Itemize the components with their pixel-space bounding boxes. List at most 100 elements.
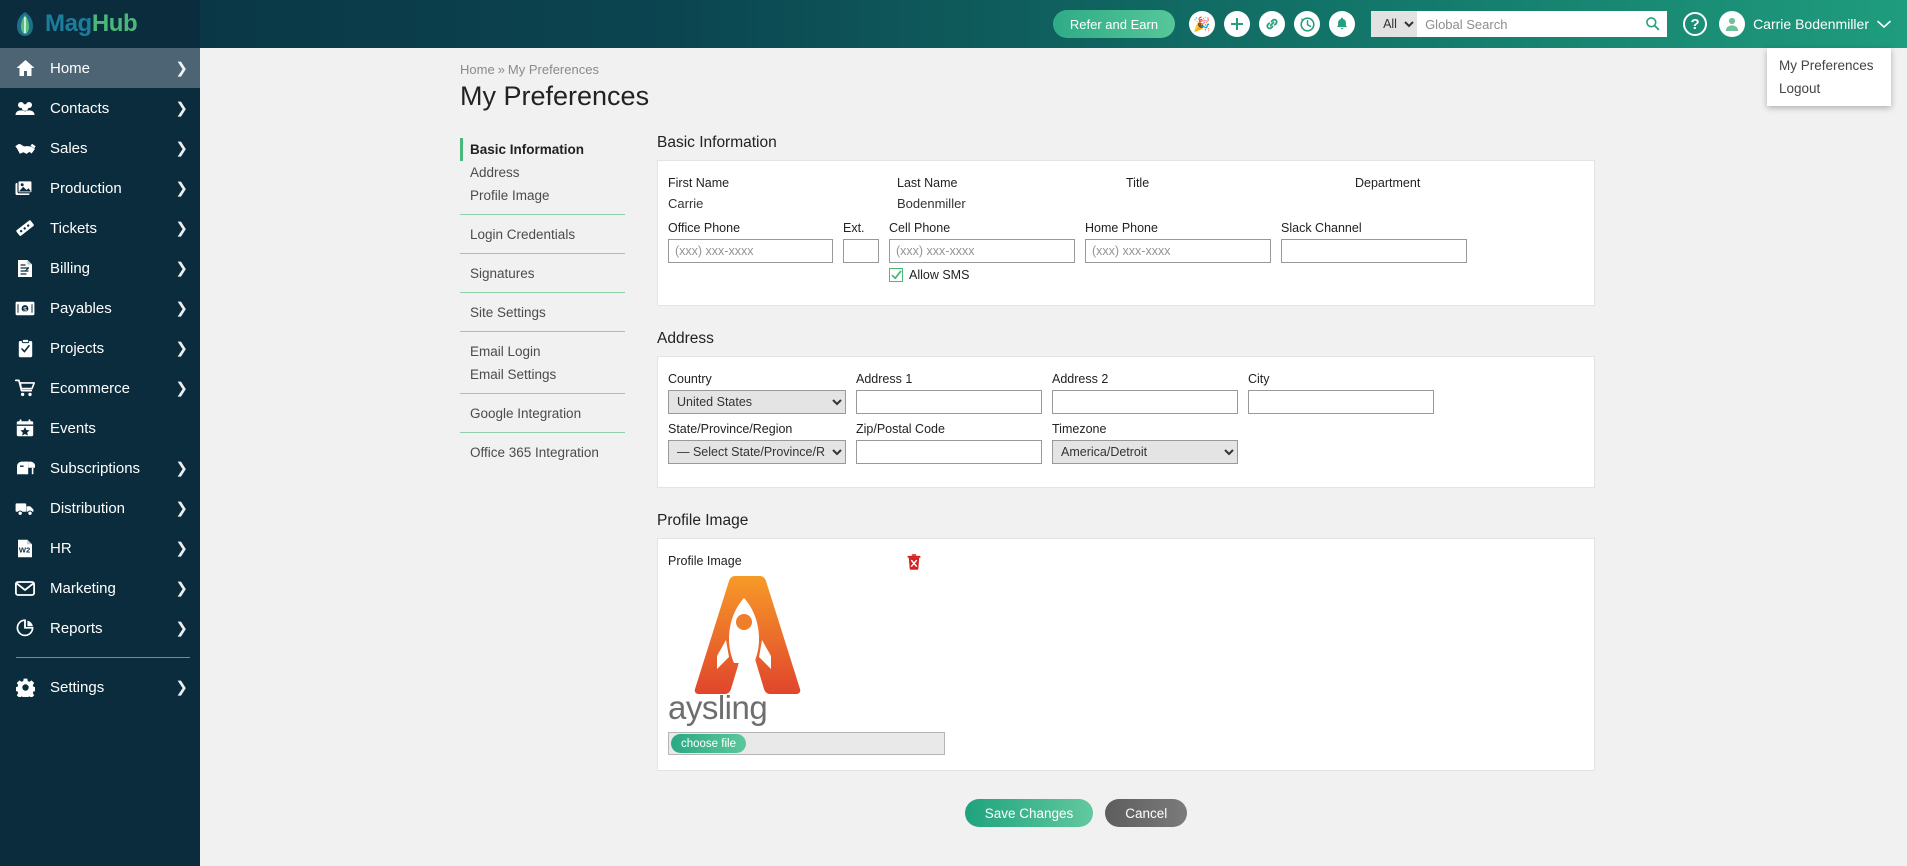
sidebar-item-hr[interactable]: W2 HR ❯ [0, 528, 200, 568]
aysling-wordmark: aysling [668, 692, 768, 726]
label-last-name: Last Name [897, 176, 958, 190]
allow-sms-checkbox[interactable] [889, 268, 903, 282]
sidebar-item-settings[interactable]: Settings ❯ [0, 667, 200, 707]
office-phone-input[interactable] [668, 239, 833, 263]
slack-channel-input[interactable] [1281, 239, 1467, 263]
home-phone-input[interactable] [1085, 239, 1271, 263]
country-select[interactable]: United States [668, 390, 846, 414]
bell-icon[interactable] [1329, 11, 1356, 37]
preferences-panels: Basic Information First Name Carrie Last… [625, 134, 1645, 847]
brand-logo[interactable]: MagHub [0, 0, 200, 48]
ext-input[interactable] [843, 239, 879, 263]
help-icon[interactable]: ? [1683, 12, 1708, 36]
aysling-rocket-logo-icon [694, 576, 801, 694]
address2-input[interactable] [1052, 390, 1238, 414]
field-country: Country United States [668, 372, 856, 422]
user-dropdown-menu: My Preferences Logout [1767, 48, 1891, 106]
sidebar-item-ecommerce[interactable]: Ecommerce ❯ [0, 368, 200, 408]
sidebar-item-production[interactable]: Production ❯ [0, 168, 200, 208]
label-address2: Address 2 [1052, 372, 1109, 386]
search-input[interactable] [1417, 12, 1668, 36]
link-icon[interactable] [1259, 11, 1286, 37]
sidebar-item-marketing[interactable]: Marketing ❯ [0, 568, 200, 608]
save-changes-button[interactable]: Save Changes [964, 799, 1094, 827]
brand-mag: Mag [45, 10, 92, 37]
sidebar-item-list: Home ❯ Contacts ❯ Sales ❯ Production ❯ Tickets ❯ B… [0, 48, 200, 648]
chevron-right-icon: ❯ [175, 140, 188, 157]
calendar-star-icon [14, 419, 36, 437]
preferences-subnav: Basic Information Address Profile Image Log… [460, 134, 625, 479]
sidebar-item-reports[interactable]: Reports ❯ [0, 608, 200, 648]
cell-phone-input[interactable] [889, 239, 1075, 263]
sidebar-item-home[interactable]: Home ❯ [0, 48, 200, 88]
subnav-item-address[interactable]: Address [460, 161, 625, 184]
brand-hub: Hub [91, 10, 138, 37]
subnav-item-site-settings[interactable]: Site Settings [460, 301, 625, 324]
field-city: City [1248, 372, 1444, 422]
value-last-name: Bodenmiller [897, 196, 966, 211]
field-slack-channel: Slack Channel [1281, 221, 1477, 290]
sidebar-divider [16, 657, 190, 658]
timezone-select[interactable]: America/Detroit [1052, 440, 1238, 464]
sidebar-item-label: Production [50, 179, 122, 197]
sidebar-item-events[interactable]: Events [0, 408, 200, 448]
chevron-right-icon: ❯ [175, 260, 188, 277]
money-icon: $ [14, 301, 36, 316]
field-ext: Ext. [843, 221, 889, 290]
panel-title-address: Address [657, 330, 714, 347]
subnav-item-profile-image[interactable]: Profile Image [460, 184, 625, 207]
search-icon[interactable] [1645, 16, 1660, 34]
sidebar-item-contacts[interactable]: Contacts ❯ [0, 88, 200, 128]
cancel-button[interactable]: Cancel [1105, 799, 1188, 827]
search-scope-select[interactable]: All [1371, 11, 1418, 37]
sidebar-item-label: Home [50, 59, 91, 77]
address-row-1: Country United States Address 1 Address [668, 372, 1584, 422]
profile-image-file-input[interactable]: choose file [668, 732, 945, 755]
choose-file-button[interactable]: choose file [671, 734, 746, 753]
home-icon [14, 59, 36, 77]
user-menu-toggle[interactable]: Carrie Bodenmiller [1719, 11, 1891, 37]
subnav-item-google-integration[interactable]: Google Integration [460, 402, 625, 425]
sidebar-item-tickets[interactable]: Tickets ❯ [0, 208, 200, 248]
sidebar-item-projects[interactable]: Projects ❯ [0, 328, 200, 368]
subnav-item-email-login[interactable]: Email Login [460, 340, 625, 363]
refer-and-earn-button[interactable]: Refer and Earn [1052, 10, 1176, 38]
sidebar-item-distribution[interactable]: Distribution ❯ [0, 488, 200, 528]
sidebar-item-label: Events [50, 419, 96, 437]
menu-item-my-preferences[interactable]: My Preferences [1767, 54, 1891, 77]
zip-input[interactable] [856, 440, 1042, 464]
handshake-icon [14, 141, 36, 155]
sidebar-item-label: Marketing [50, 579, 116, 597]
label-home-phone: Home Phone [1085, 221, 1158, 235]
maghub-mark-icon [14, 11, 36, 37]
subnav-item-email-settings[interactable]: Email Settings [460, 363, 625, 386]
plus-icon[interactable] [1224, 11, 1251, 37]
subnav-item-signatures[interactable]: Signatures [460, 262, 625, 285]
label-address1: Address 1 [856, 372, 913, 386]
field-address2: Address 2 [1052, 372, 1248, 422]
chevron-right-icon: ❯ [175, 380, 188, 397]
field-timezone: Timezone America/Detroit [1052, 422, 1248, 472]
svg-text:aysling: aysling [668, 692, 767, 726]
label-cell-phone: Cell Phone [889, 221, 951, 235]
city-input[interactable] [1248, 390, 1434, 414]
label-city: City [1248, 372, 1270, 386]
subnav-item-basic-information[interactable]: Basic Information [460, 138, 625, 161]
subnav-item-login-credentials[interactable]: Login Credentials [460, 223, 625, 246]
sidebar-item-billing[interactable]: Billing ❯ [0, 248, 200, 288]
subnav-item-office-365-integration[interactable]: Office 365 Integration [460, 441, 625, 464]
header-icon-group: 🎉 [1189, 11, 1356, 37]
sidebar-item-sales[interactable]: Sales ❯ [0, 128, 200, 168]
sidebar-item-subscriptions[interactable]: Subscriptions ❯ [0, 448, 200, 488]
chevron-right-icon: ❯ [175, 540, 188, 557]
history-clock-icon[interactable] [1294, 11, 1321, 37]
address1-input[interactable] [856, 390, 1042, 414]
trash-delete-icon[interactable] [907, 554, 921, 570]
sidebar-item-payables[interactable]: $ Payables ❯ [0, 288, 200, 328]
svg-text:$: $ [23, 306, 27, 313]
state-select[interactable]: — Select State/Province/Region [668, 440, 846, 464]
allow-sms-row: Allow SMS [889, 268, 1075, 282]
breadcrumb-home[interactable]: Home [460, 62, 495, 77]
menu-item-logout[interactable]: Logout [1767, 77, 1891, 100]
party-popper-icon[interactable]: 🎉 [1189, 11, 1216, 37]
